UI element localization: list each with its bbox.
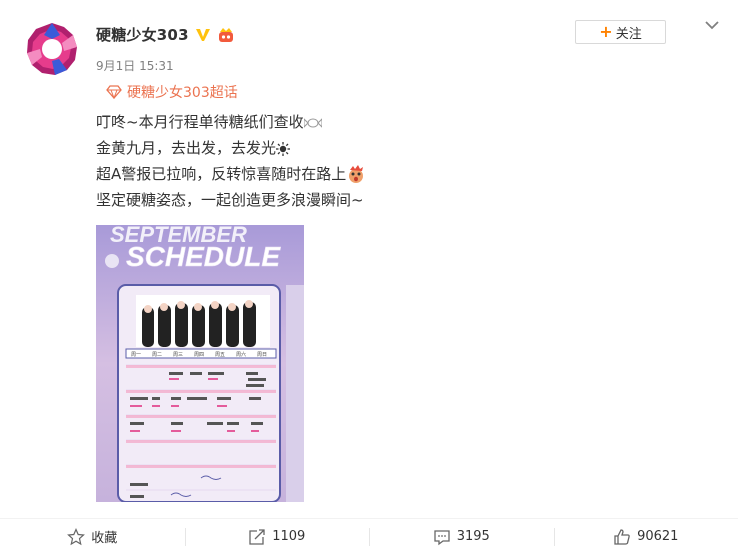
weekday-label: 周日 bbox=[257, 352, 267, 358]
post-line: 叮咚~本月行程单待糖纸们查收 bbox=[96, 109, 366, 135]
post-body: 叮咚~本月行程单待糖纸们查收 金黄九月，去出发，去发光 超A警报已拉响，反转惊喜… bbox=[96, 109, 366, 213]
star-icon bbox=[67, 527, 86, 545]
post-line: 坚定硬糖姿态，一起创造更多浪漫瞬间~ bbox=[96, 191, 364, 209]
weekday-label: 周二 bbox=[152, 352, 162, 358]
share-button[interactable]: 1109 bbox=[184, 519, 370, 554]
username[interactable]: 硬糖少女303 bbox=[96, 24, 189, 45]
surprise-emoji-icon bbox=[349, 164, 364, 183]
follow-button[interactable]: + 关注 bbox=[575, 20, 666, 44]
post-timestamp[interactable]: 9月1日 15:31 bbox=[96, 57, 174, 74]
share-count: 1109 bbox=[272, 529, 306, 544]
like-count: 90621 bbox=[637, 529, 679, 544]
avatar[interactable] bbox=[24, 21, 80, 77]
thumbs-up-icon bbox=[614, 528, 630, 545]
action-bar: 收藏 1109 3195 90621 bbox=[0, 519, 738, 554]
share-icon bbox=[249, 528, 265, 545]
plus-icon: + bbox=[599, 22, 613, 41]
weekday-label: 周六 bbox=[236, 351, 246, 358]
favorite-label: 收藏 bbox=[91, 531, 118, 546]
comment-button[interactable]: 3195 bbox=[369, 519, 554, 554]
schedule-poster-image[interactable]: SEPTEMBER SCHEDULE 周一 周二 周三 周四 周五 周六 周日 bbox=[96, 225, 304, 502]
verified-icon bbox=[195, 28, 210, 41]
sun-emoji-icon bbox=[276, 141, 291, 156]
diamond-icon bbox=[106, 85, 122, 99]
fan-badge-icon[interactable] bbox=[217, 26, 235, 44]
follow-button-label: 关注 bbox=[615, 26, 642, 42]
weekday-label: 周三 bbox=[173, 352, 183, 358]
post-line: 超A警报已拉响，反转惊喜随时在路上 bbox=[96, 161, 366, 187]
supertopic-link[interactable]: 硬糖少女303超话 bbox=[106, 82, 238, 102]
weekday-label: 周一 bbox=[131, 352, 141, 358]
weekday-label: 周五 bbox=[215, 352, 225, 358]
post-line: 金黄九月，去出发，去发光 bbox=[96, 135, 366, 161]
supertopic-label: 硬糖少女303超话 bbox=[127, 85, 238, 101]
comment-icon bbox=[434, 529, 450, 545]
chevron-down-icon[interactable] bbox=[703, 16, 721, 34]
comment-count: 3195 bbox=[456, 529, 490, 544]
poster-title-main: SCHEDULE bbox=[126, 241, 281, 272]
like-button[interactable]: 90621 bbox=[553, 519, 738, 554]
candy-emoji-icon bbox=[303, 117, 322, 128]
weekday-label: 周四 bbox=[194, 352, 204, 358]
favorite-button[interactable]: 收藏 bbox=[0, 519, 185, 554]
